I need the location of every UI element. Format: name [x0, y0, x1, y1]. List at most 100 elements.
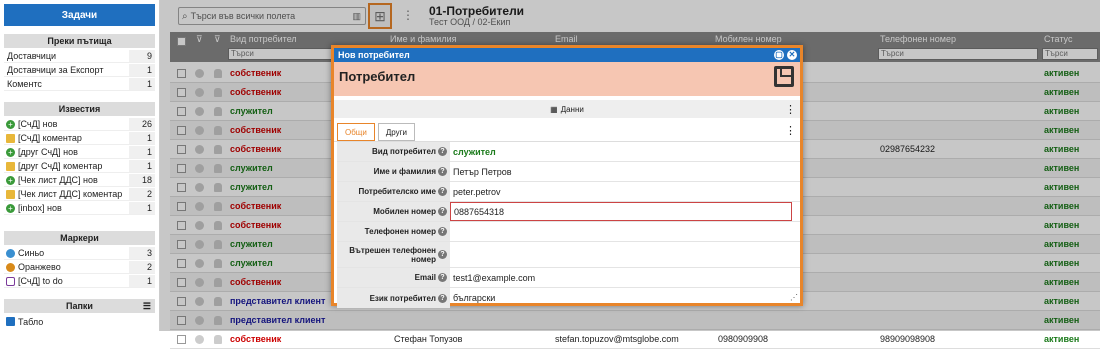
- help-icon[interactable]: ?: [438, 147, 447, 156]
- dashboard-icon: [6, 317, 15, 326]
- shortcut-count: 9: [129, 50, 155, 62]
- notification-item[interactable]: [друг СчД] коментар 1: [4, 160, 155, 173]
- field-label-text: Вътрешен телефонен номер: [349, 245, 436, 264]
- field-label-text: Мобилен номер: [373, 207, 436, 216]
- status-cell: активен: [1044, 334, 1080, 344]
- form-row: Език потребител? български: [337, 288, 800, 308]
- more-options-icon[interactable]: ⋮: [785, 103, 796, 116]
- help-icon[interactable]: ?: [438, 207, 447, 216]
- form: Вид потребител? служител Име и фамилия? Пе…: [337, 142, 800, 308]
- field-label-text: Email: [414, 273, 436, 282]
- internal-phone-field[interactable]: [450, 242, 792, 267]
- notification-item[interactable]: + [друг СчД] нов 1: [4, 146, 155, 159]
- tab-general[interactable]: Общи: [337, 123, 375, 141]
- notification-label: [друг СчД] коментар: [18, 161, 103, 171]
- shortcut-count: 1: [129, 78, 155, 90]
- notification-item[interactable]: [Чек лист ДДС] коментар 2: [4, 188, 155, 201]
- help-icon[interactable]: ?: [438, 273, 447, 282]
- email-field[interactable]: test1@example.com: [450, 268, 792, 287]
- field-label: Вид потребител?: [337, 142, 450, 161]
- sidebar: Задачи Преки пътища Доставчици 9 Доставчи…: [0, 0, 160, 331]
- plus-icon: +: [6, 175, 15, 185]
- data-section-label: Данни: [560, 104, 584, 114]
- marker-item[interactable]: Синьо 3: [4, 247, 155, 260]
- notification-item[interactable]: [СчД] коментар 1: [4, 132, 155, 145]
- field-label: Потребителско име?: [337, 182, 450, 201]
- notification-count: 2: [129, 188, 155, 200]
- mobile-cell: 0980909908: [718, 334, 769, 344]
- notification-label: [друг СчД] нов: [18, 147, 78, 157]
- email-cell: stefan.topuzov@mtsglobe.com: [555, 334, 679, 344]
- notification-item[interactable]: + [inbox] нов 1: [4, 202, 155, 215]
- user-type-field[interactable]: служител: [450, 142, 792, 161]
- dialog-header: Потребител: [334, 62, 800, 96]
- check-marker-icon: [6, 276, 15, 286]
- plus-icon: +: [6, 119, 15, 129]
- bell-icon[interactable]: [214, 334, 222, 344]
- plus-icon: +: [6, 203, 15, 213]
- notification-label: [Чек лист ДДС] коментар: [18, 189, 123, 199]
- username-field[interactable]: peter.petrov: [450, 182, 792, 201]
- marker-count: 3: [129, 247, 155, 259]
- tab-other[interactable]: Други: [377, 123, 416, 141]
- blue-marker-icon: [6, 248, 15, 258]
- help-icon[interactable]: ?: [438, 250, 447, 259]
- form-row: Вътрешен телефонен номер?: [337, 242, 800, 268]
- field-label-text: Език потребител: [369, 293, 436, 303]
- help-icon[interactable]: ?: [438, 227, 447, 236]
- marker-item[interactable]: Оранжево 2: [4, 261, 155, 274]
- field-label: Мобилен номер?: [337, 202, 450, 221]
- marker-label: Синьо: [18, 248, 45, 258]
- field-label: Име и фамилия?: [337, 162, 450, 181]
- marker-item[interactable]: [СчД] to do 1: [4, 275, 155, 288]
- notification-label: [inbox] нов: [18, 203, 62, 213]
- more-options-icon[interactable]: ⋮: [785, 124, 796, 137]
- maximize-icon[interactable]: ▢: [774, 50, 784, 60]
- form-row: Вид потребител? служител: [337, 142, 800, 162]
- shortcut-count: 1: [129, 64, 155, 76]
- table-row[interactable]: собственик Стефан Топузов stefan.topuzov@m…: [170, 330, 1100, 349]
- notification-label: [Чек лист ДДС] нов: [18, 175, 98, 185]
- resize-handle-icon[interactable]: ⋰: [790, 293, 798, 302]
- shortcut-item[interactable]: Доставчици 9: [4, 50, 155, 63]
- notification-count: 26: [129, 118, 155, 130]
- mobile-field[interactable]: 0887654318: [450, 202, 792, 221]
- row-checkbox[interactable]: [177, 334, 186, 344]
- plus-icon: +: [6, 147, 15, 157]
- help-icon[interactable]: ?: [438, 293, 447, 303]
- list-icon[interactable]: ☰: [143, 301, 151, 312]
- help-icon[interactable]: ?: [438, 167, 447, 176]
- field-label-text: Име и фамилия: [373, 167, 436, 176]
- marker-label: [СчД] to do: [18, 276, 63, 286]
- tasks-button[interactable]: Задачи: [4, 4, 155, 26]
- status-dot-icon: [195, 334, 204, 344]
- markers-header: Маркери: [4, 231, 155, 245]
- language-field[interactable]: български: [450, 288, 792, 308]
- shortcuts-header: Преки пътища: [4, 34, 155, 48]
- shortcut-item[interactable]: Доставчици за Експорт 1: [4, 64, 155, 77]
- notification-label: [СчД] коментар: [18, 133, 82, 143]
- folder-item[interactable]: Табло: [4, 315, 155, 328]
- new-user-dialog: Нов потребител ▢ ✕ Потребител ▦ Данни ⋮ …: [331, 45, 803, 308]
- help-icon[interactable]: ?: [438, 187, 447, 196]
- comment-icon: [6, 161, 15, 171]
- full-name-field[interactable]: Петър Петров: [450, 162, 792, 181]
- close-icon[interactable]: ✕: [787, 50, 797, 60]
- dialog-title: Нов потребител: [338, 50, 410, 60]
- data-section-bar[interactable]: ▦ Данни ⋮: [334, 100, 800, 118]
- notification-count: 18: [129, 174, 155, 186]
- folder-label: Табло: [18, 316, 44, 327]
- notification-item[interactable]: + [СчД] нов 26: [4, 118, 155, 131]
- field-label: Телефонен номер?: [337, 222, 450, 241]
- grid-icon: ▦: [550, 104, 558, 114]
- marker-label: Оранжево: [18, 262, 61, 272]
- notification-item[interactable]: + [Чек лист ДДС] нов 18: [4, 174, 155, 187]
- phone-field[interactable]: [450, 222, 792, 241]
- comment-icon: [6, 133, 15, 143]
- marker-count: 1: [129, 275, 155, 287]
- field-label-text: Потребителско име: [358, 187, 436, 196]
- save-icon[interactable]: [774, 66, 794, 87]
- dialog-titlebar: Нов потребител ▢ ✕: [334, 48, 800, 62]
- form-row: Мобилен номер? 0887654318: [337, 202, 800, 222]
- shortcut-item[interactable]: Коментс 1: [4, 78, 155, 91]
